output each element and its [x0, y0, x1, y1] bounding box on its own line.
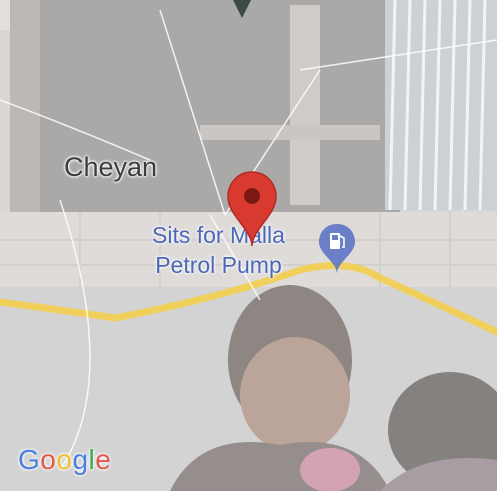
- map-view[interactable]: Cheyan Sits for Malla Petrol Pump Google: [0, 0, 497, 491]
- fuel-station-icon[interactable]: [317, 222, 357, 276]
- google-logo: Google: [18, 444, 112, 475]
- place-label[interactable]: Cheyan: [64, 152, 157, 183]
- map-marker-partial-icon[interactable]: [233, 0, 251, 20]
- location-pin-icon[interactable]: [225, 170, 279, 248]
- poi-name-line2: Petrol Pump: [155, 252, 282, 278]
